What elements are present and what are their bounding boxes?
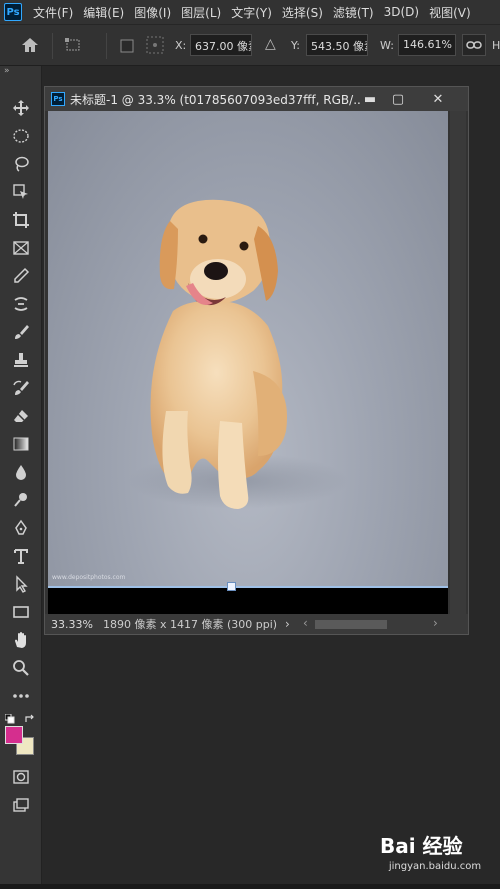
maximize-button[interactable]: ▢	[385, 87, 411, 111]
photoshop-doc-logo: Ps	[51, 92, 65, 106]
rectangle-tool-icon[interactable]	[8, 601, 34, 623]
menu-select[interactable]: 选择(S)	[277, 4, 328, 21]
dodge-tool-icon[interactable]	[8, 489, 34, 511]
baidu-domain: jingyan.baidu.com	[388, 861, 482, 872]
reference-point-grid-icon[interactable]	[146, 36, 164, 58]
bottom-border	[0, 884, 500, 889]
foreground-color-swatch[interactable]	[5, 726, 23, 744]
menu-edit[interactable]: 编辑(E)	[78, 4, 129, 21]
transform-handle[interactable]	[227, 582, 236, 591]
close-button[interactable]: ✕	[425, 87, 451, 111]
baidu-jingyan-watermark: Bai 经验 jingyan.baidu.com	[380, 830, 490, 880]
more-tools-icon[interactable]	[8, 685, 34, 707]
document-tab[interactable]: Ps 未标题-1 @ 33.3% (t01785607093ed37fff, R…	[45, 87, 468, 111]
hand-tool-icon[interactable]	[8, 629, 34, 651]
options-bar: X: 637.00 像素 △ Y: 543.50 像素 W: 146.61% H	[0, 24, 500, 66]
zoom-level[interactable]: 33.33%	[51, 618, 103, 631]
pen-tool-icon[interactable]	[8, 517, 34, 539]
reference-point-checkbox[interactable]	[120, 38, 134, 57]
scrollbar-thumb[interactable]	[315, 620, 387, 629]
document-window: Ps 未标题-1 @ 33.3% (t01785607093ed37fff, R…	[44, 86, 469, 635]
menu-layer[interactable]: 图层(L)	[176, 4, 226, 21]
move-tool-icon[interactable]	[8, 97, 34, 119]
swap-colors-icon[interactable]	[24, 709, 36, 728]
menu-bar: Ps 文件(F) 编辑(E) 图像(I) 图层(L) 文字(Y) 选择(S) 滤…	[0, 0, 500, 24]
document-title: 未标题-1 @ 33.3% (t01785607093ed37fff, RGB/…	[70, 92, 360, 107]
menu-filter[interactable]: 滤镜(T)	[328, 4, 379, 21]
crop-tool-icon[interactable]	[8, 209, 34, 231]
menu-type[interactable]: 文字(Y)	[226, 4, 277, 21]
eraser-tool-icon[interactable]	[8, 405, 34, 427]
frame-tool-icon[interactable]	[8, 237, 34, 259]
separator	[52, 33, 53, 59]
menu-file[interactable]: 文件(F)	[28, 4, 78, 21]
healing-brush-tool-icon[interactable]	[8, 293, 34, 315]
clone-stamp-tool-icon[interactable]	[8, 349, 34, 371]
lasso-tool-icon[interactable]	[8, 153, 34, 175]
path-selection-tool-icon[interactable]	[8, 573, 34, 595]
history-brush-tool-icon[interactable]	[8, 377, 34, 399]
info-menu-arrow-icon[interactable]: ›	[285, 617, 290, 631]
tools-panel: »	[0, 66, 42, 889]
photo-watermark: www.depositphotos.com	[52, 574, 126, 581]
scroll-right-icon[interactable]: ›	[433, 616, 438, 630]
quick-mask-icon[interactable]	[8, 766, 34, 788]
collapse-icon[interactable]: »	[4, 66, 9, 76]
vertical-scrollbar[interactable]	[450, 111, 466, 614]
object-selection-tool-icon[interactable]	[8, 181, 34, 203]
x-position-field[interactable]: 637.00 像素	[190, 34, 252, 56]
brush-tool-icon[interactable]	[8, 321, 34, 343]
menu-view[interactable]: 视图(V)	[424, 4, 476, 21]
transform-move-icon[interactable]	[64, 37, 82, 57]
w-label: W:	[380, 39, 394, 52]
h-label: H	[492, 39, 500, 52]
menu-image[interactable]: 图像(I)	[129, 4, 176, 21]
dog-photo	[128, 199, 348, 509]
x-label: X:	[175, 39, 187, 52]
screen-mode-icon[interactable]	[8, 794, 34, 816]
type-tool-icon[interactable]	[8, 545, 34, 567]
eyedropper-tool-icon[interactable]	[8, 265, 34, 287]
gradient-tool-icon[interactable]	[8, 433, 34, 455]
photoshop-logo: Ps	[4, 3, 22, 21]
menu-3d[interactable]: 3D(D)	[379, 5, 424, 19]
link-icon[interactable]	[462, 34, 486, 56]
minimize-button[interactable]: ▬	[357, 87, 383, 111]
elliptical-marquee-tool-icon[interactable]	[8, 125, 34, 147]
y-label: Y:	[291, 39, 300, 52]
width-field[interactable]: 146.61%	[398, 34, 456, 56]
baidu-logo-text: Bai 经验	[380, 834, 463, 858]
image-bottom-edge	[48, 586, 448, 588]
canvas-empty-area	[48, 587, 448, 614]
separator	[106, 33, 107, 59]
home-icon[interactable]	[20, 36, 40, 58]
scroll-left-icon[interactable]: ‹	[303, 616, 308, 630]
canvas[interactable]: www.depositphotos.com	[48, 111, 448, 614]
blur-tool-icon[interactable]	[8, 461, 34, 483]
delta-icon[interactable]: △	[265, 36, 276, 52]
status-bar: 33.33% 1890 像素 x 1417 像素 (300 ppi) › ‹ ›	[45, 614, 468, 634]
zoom-tool-icon[interactable]	[8, 657, 34, 679]
y-position-field[interactable]: 543.50 像素	[306, 34, 368, 56]
document-info: 1890 像素 x 1417 像素 (300 ppi)	[103, 618, 278, 631]
horizontal-scrollbar[interactable]	[315, 619, 435, 629]
